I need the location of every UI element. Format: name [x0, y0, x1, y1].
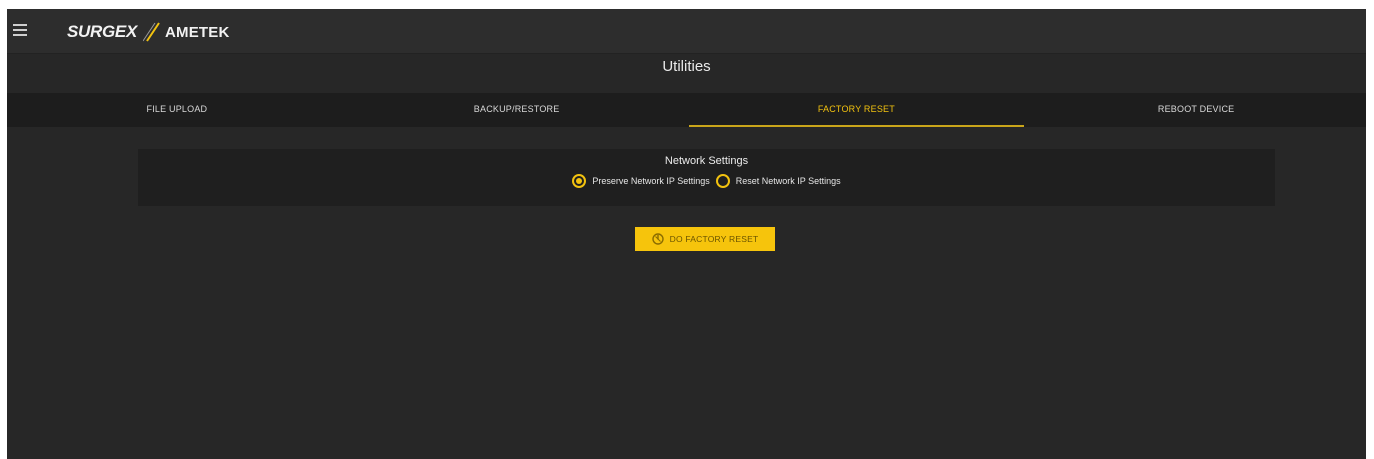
tab-backup-restore[interactable]: BACKUP/RESTORE — [347, 93, 687, 127]
network-settings-title: Network Settings — [664, 155, 749, 167]
radio-selected-icon[interactable] — [572, 174, 587, 188]
logo-ametek: AMETEK — [165, 23, 230, 41]
power-reset-icon — [651, 233, 664, 245]
reset-network-ip-label[interactable]: Reset Network IP Settings — [736, 176, 841, 186]
tab-factory-reset[interactable]: FACTORY RESET — [687, 93, 1027, 127]
radio-unselected-icon[interactable] — [715, 174, 730, 188]
brand-logo: SURGEX AMETEK — [67, 21, 230, 43]
preserve-network-ip-label[interactable]: Preserve Network IP Settings — [592, 176, 709, 186]
reset-network-ip-option[interactable]: Reset Network IP Settings — [715, 174, 841, 188]
network-settings-panel: Network Settings Preserve Network IP Set… — [138, 149, 1275, 206]
logo-slash-icon — [143, 22, 160, 42]
do-factory-reset-button[interactable]: DO FACTORY RESET — [635, 227, 775, 251]
network-settings-radio-group: Preserve Network IP Settings Reset Netwo… — [138, 174, 1275, 188]
top-bar: SURGEX AMETEK — [7, 9, 1366, 54]
hamburger-icon[interactable] — [13, 24, 27, 36]
preserve-network-ip-option[interactable]: Preserve Network IP Settings — [572, 174, 710, 188]
tab-reboot-device[interactable]: REBOOT DEVICE — [1026, 93, 1366, 127]
tab-file-upload[interactable]: FILE UPLOAD — [7, 93, 347, 127]
do-factory-reset-label: DO FACTORY RESET — [669, 234, 759, 244]
logo-surgex: SURGEX — [67, 22, 137, 41]
app-window: SURGEX AMETEK Utilities FILE UPLOAD BACK… — [7, 9, 1366, 459]
page-title: Utilities — [662, 58, 711, 75]
tab-bar: FILE UPLOAD BACKUP/RESTORE FACTORY RESET… — [7, 93, 1366, 127]
